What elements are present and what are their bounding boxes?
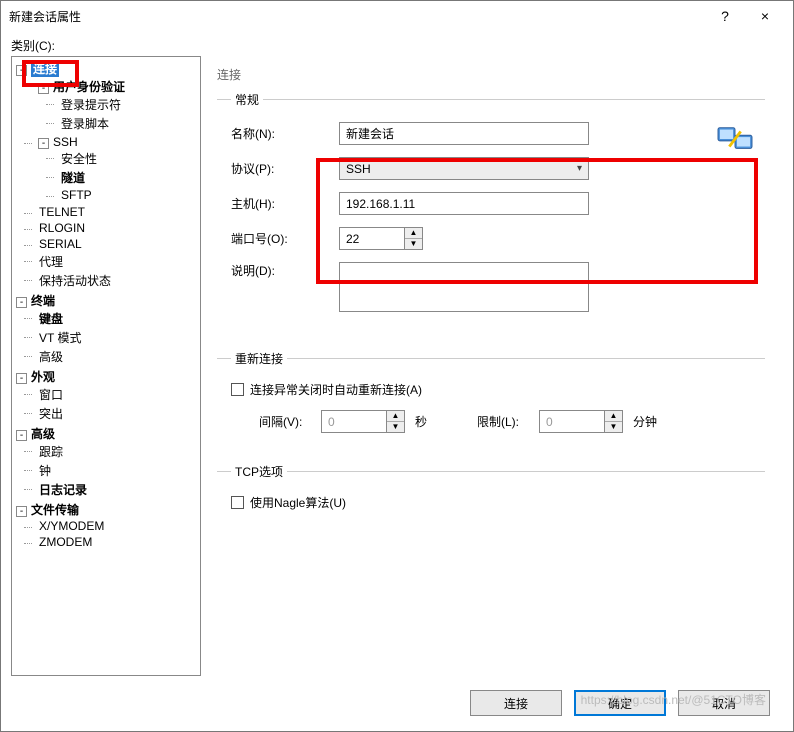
- interval-input[interactable]: [321, 410, 387, 433]
- spin-up-icon[interactable]: ▲: [405, 228, 422, 239]
- expand-icon[interactable]: -: [38, 138, 49, 149]
- category-tree[interactable]: -连接 -用户身份验证 登录提示符 登录脚本 -SSH 安全性 隧道: [11, 56, 201, 676]
- ok-button[interactable]: 确定: [574, 690, 666, 716]
- reconnect-group: 重新连接 连接异常关闭时自动重新连接(A) 间隔(V): ▲▼ 秒 限制(L):: [217, 350, 765, 453]
- expand-icon[interactable]: -: [16, 506, 27, 517]
- connection-icon: [716, 122, 754, 156]
- desc-input[interactable]: [339, 262, 589, 312]
- expand-icon[interactable]: -: [16, 430, 27, 441]
- port-label: 端口号(O):: [231, 230, 331, 247]
- tree-window[interactable]: 窗口: [38, 386, 64, 403]
- spin-down-icon[interactable]: ▼: [387, 422, 404, 432]
- window-title: 新建会话属性: [9, 8, 705, 25]
- nagle-label: 使用Nagle算法(U): [250, 494, 346, 511]
- tcp-legend: TCP选项: [231, 463, 287, 480]
- tree-keyboard[interactable]: 键盘: [38, 310, 64, 327]
- interval-unit: 秒: [415, 413, 427, 430]
- limit-label: 限制(L):: [477, 413, 529, 430]
- tree-advanced-term[interactable]: 高级: [38, 348, 64, 365]
- name-label: 名称(N):: [231, 125, 331, 142]
- tree-logging[interactable]: 日志记录: [38, 481, 88, 498]
- limit-unit: 分钟: [633, 413, 657, 430]
- tree-telnet[interactable]: TELNET: [38, 205, 86, 219]
- host-input[interactable]: [339, 192, 589, 215]
- protocol-select[interactable]: SSH ▾: [339, 157, 589, 180]
- expand-icon[interactable]: -: [16, 297, 27, 308]
- reconnect-legend: 重新连接: [231, 350, 287, 367]
- tree-security[interactable]: 安全性: [60, 150, 98, 167]
- tree-xymodem[interactable]: X/YMODEM: [38, 519, 105, 533]
- expand-icon[interactable]: -: [16, 373, 27, 384]
- close-button[interactable]: ×: [745, 8, 785, 24]
- name-input[interactable]: [339, 122, 589, 145]
- auto-reconnect-checkbox[interactable]: [231, 383, 244, 396]
- auto-reconnect-label: 连接异常关闭时自动重新连接(A): [250, 381, 422, 398]
- chevron-down-icon: ▾: [577, 163, 582, 174]
- tree-user-auth[interactable]: 用户身份验证: [52, 78, 126, 95]
- cancel-button[interactable]: 取消: [678, 690, 770, 716]
- protocol-value: SSH: [346, 162, 371, 176]
- category-label: 类别(C):: [11, 37, 783, 54]
- interval-label: 间隔(V):: [259, 413, 311, 430]
- spin-up-icon[interactable]: ▲: [605, 411, 622, 422]
- general-legend: 常规: [231, 91, 263, 108]
- tree-proxy[interactable]: 代理: [38, 253, 64, 270]
- spin-down-icon[interactable]: ▼: [605, 422, 622, 432]
- expand-icon[interactable]: -: [16, 65, 27, 76]
- title-bar: 新建会话属性 ? ×: [1, 1, 793, 31]
- tree-highlight[interactable]: 突出: [38, 405, 64, 422]
- tcp-group: TCP选项 使用Nagle算法(U): [217, 463, 765, 539]
- nagle-checkbox[interactable]: [231, 496, 244, 509]
- panel-heading: 连接: [217, 62, 765, 91]
- expand-icon[interactable]: -: [38, 83, 49, 94]
- tree-zmodem[interactable]: ZMODEM: [38, 535, 93, 549]
- help-button[interactable]: ?: [705, 8, 745, 24]
- tree-file-transfer[interactable]: 文件传输: [30, 501, 80, 518]
- tree-advanced[interactable]: 高级: [30, 425, 56, 442]
- tree-vt-mode[interactable]: VT 模式: [38, 329, 82, 346]
- tree-login-script[interactable]: 登录脚本: [60, 115, 110, 132]
- tree-connection: 连接: [30, 60, 60, 77]
- tree-serial[interactable]: SERIAL: [38, 237, 83, 251]
- connect-button[interactable]: 连接: [470, 690, 562, 716]
- tree-ssh[interactable]: SSH: [52, 135, 79, 149]
- tree-sftp[interactable]: SFTP: [60, 188, 93, 202]
- tree-login-prompt[interactable]: 登录提示符: [60, 96, 122, 113]
- host-label: 主机(H):: [231, 195, 331, 212]
- general-group: 常规 名称(N): 协议(P): SSH ▾ 主机(H):: [217, 91, 765, 340]
- desc-label: 说明(D):: [231, 262, 331, 279]
- spin-down-icon[interactable]: ▼: [405, 239, 422, 249]
- tree-terminal[interactable]: 终端: [30, 292, 56, 309]
- tree-trace[interactable]: 跟踪: [38, 443, 64, 460]
- limit-input[interactable]: [539, 410, 605, 433]
- protocol-label: 协议(P):: [231, 160, 331, 177]
- spin-up-icon[interactable]: ▲: [387, 411, 404, 422]
- port-input[interactable]: [339, 227, 405, 250]
- tree-rlogin[interactable]: RLOGIN: [38, 221, 86, 235]
- tree-tunnel[interactable]: 隧道: [60, 169, 86, 186]
- tree-keepalive[interactable]: 保持活动状态: [38, 272, 112, 289]
- tree-appearance[interactable]: 外观: [30, 368, 56, 385]
- tree-clock[interactable]: 钟: [38, 462, 52, 479]
- settings-panel: 连接 常规 名称(N): 协议(P): SSH ▾ 主机(H):: [209, 56, 783, 676]
